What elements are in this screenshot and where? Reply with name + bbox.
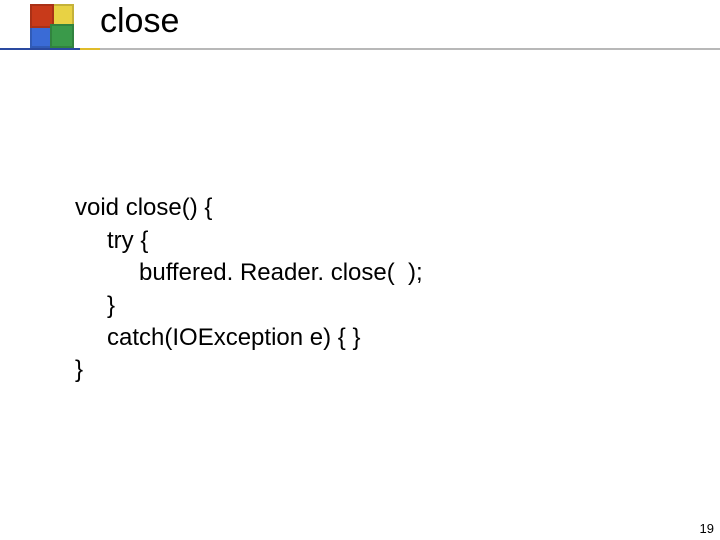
code-block: void close() { try { buffered. Reader. c… — [75, 160, 423, 419]
code-line-6: } — [75, 356, 83, 383]
code-line-5: catch(IOException e) { } — [75, 322, 360, 354]
slide-title: close — [100, 2, 179, 41]
underline-yellow — [80, 48, 100, 50]
code-line-2: try { — [75, 225, 148, 257]
underline-blue — [0, 48, 80, 50]
logo-squares — [30, 4, 90, 54]
page-number: 19 — [700, 521, 714, 536]
title-underline — [0, 48, 720, 50]
logo-square-green — [50, 24, 74, 48]
code-line-4: } — [75, 290, 115, 322]
code-line-1: void close() { — [75, 194, 212, 221]
slide: close void close() { try { buffered. Rea… — [0, 0, 720, 540]
code-line-3: buffered. Reader. close( ); — [75, 257, 423, 289]
underline-grey — [100, 48, 720, 50]
